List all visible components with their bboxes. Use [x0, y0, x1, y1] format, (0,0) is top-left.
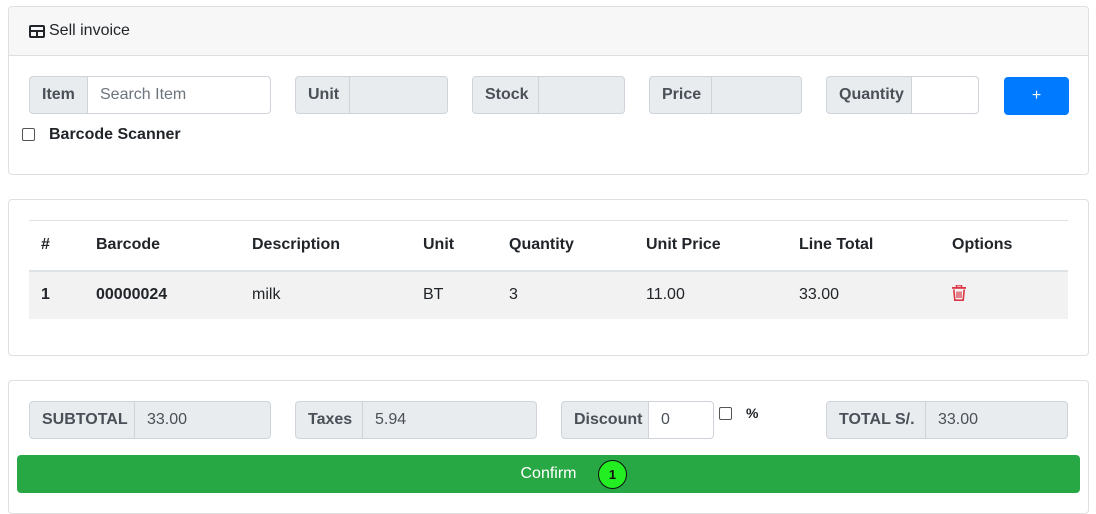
page-title: Sell invoice [29, 22, 130, 40]
quantity-group: Quantity [826, 76, 979, 114]
discount-input[interactable] [649, 401, 714, 439]
item-label: Item [29, 76, 88, 114]
row-unit: BT [411, 270, 497, 319]
quantity-label: Quantity [826, 76, 912, 114]
items-table-card: # Barcode Description Unit Quantity Unit… [8, 199, 1089, 356]
step-badge: 1 [598, 460, 627, 489]
subtotal-label: SUBTOTAL [29, 401, 135, 439]
barcode-scanner-label: Barcode Scanner [49, 126, 181, 143]
row-barcode: 00000024 [84, 270, 240, 319]
row-options [940, 270, 1068, 319]
row-quantity: 3 [497, 270, 634, 319]
page-title-text: Sell invoice [49, 22, 130, 39]
quantity-input[interactable] [912, 76, 979, 114]
sell-invoice-card: Sell invoice Item Unit Stock Price Quant… [8, 6, 1089, 175]
items-table: # Barcode Description Unit Quantity Unit… [29, 220, 1068, 319]
unit-label: Unit [295, 76, 350, 114]
row-index: 1 [29, 270, 84, 319]
total-group: TOTAL S/. 33.00 [826, 401, 1068, 439]
discount-group: Discount [561, 401, 714, 439]
barcode-scanner-checkbox[interactable] [22, 128, 35, 141]
total-field: 33.00 [926, 401, 1068, 439]
unit-group: Unit [295, 76, 448, 114]
column-header-barcode: Barcode [84, 220, 240, 272]
column-header-unit: Unit [411, 220, 497, 272]
totals-card: SUBTOTAL 33.00 Taxes 5.94 Discount % TOT… [8, 380, 1089, 514]
confirm-button-label: Confirm [520, 465, 577, 482]
stock-label: Stock [472, 76, 539, 114]
column-header-description: Description [240, 220, 411, 272]
table-header-row: # Barcode Description Unit Quantity Unit… [29, 220, 1068, 272]
row-line-total: 33.00 [787, 270, 940, 319]
subtotal-group: SUBTOTAL 33.00 [29, 401, 271, 439]
taxes-label: Taxes [295, 401, 363, 439]
add-item-button[interactable]: + [1004, 77, 1069, 115]
item-search-input[interactable] [88, 76, 271, 114]
stock-group: Stock [472, 76, 625, 114]
discount-percent-checkbox[interactable] [719, 407, 732, 420]
table-icon [29, 24, 45, 38]
confirm-button[interactable]: Confirm 1 [17, 455, 1080, 493]
discount-percent-label: % [746, 405, 759, 421]
taxes-field: 5.94 [363, 401, 537, 439]
table-row: 1 00000024 milk BT 3 11.00 33.00 [29, 270, 1068, 319]
price-field [712, 76, 802, 114]
stock-field [539, 76, 625, 114]
item-search-group: Item [29, 76, 271, 114]
column-header-unit-price: Unit Price [634, 220, 787, 272]
row-description: milk [240, 270, 411, 319]
price-group: Price [649, 76, 802, 114]
column-header-options: Options [940, 220, 1068, 272]
discount-label: Discount [561, 401, 649, 439]
price-label: Price [649, 76, 712, 114]
row-unit-price: 11.00 [634, 270, 787, 319]
card-header: Sell invoice [9, 7, 1088, 56]
column-header-line-total: Line Total [787, 220, 940, 272]
total-label: TOTAL S/. [826, 401, 926, 439]
subtotal-field: 33.00 [135, 401, 271, 439]
column-header-index: # [29, 220, 84, 272]
unit-field [350, 76, 448, 114]
trash-icon[interactable] [952, 284, 966, 301]
column-header-quantity: Quantity [497, 220, 634, 272]
taxes-group: Taxes 5.94 [295, 401, 537, 439]
